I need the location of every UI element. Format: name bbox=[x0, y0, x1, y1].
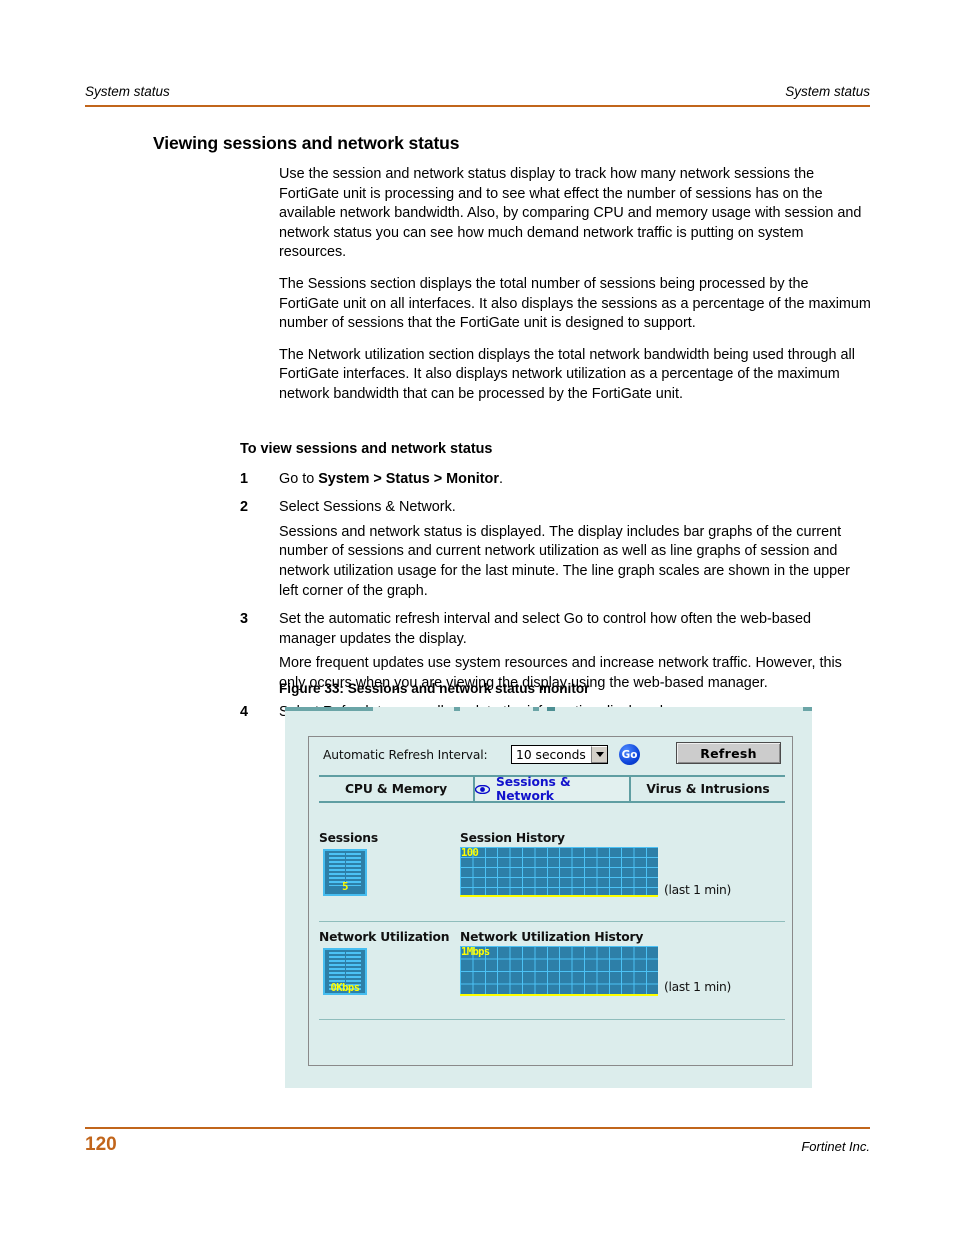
session-history-graph: 100 bbox=[460, 847, 658, 897]
graph-gridlines bbox=[460, 847, 658, 897]
section-divider bbox=[319, 921, 785, 922]
sessions-gauge-label: Sessions bbox=[319, 831, 378, 845]
tab-virus-intrusions[interactable]: Virus & Intrusions bbox=[629, 777, 785, 801]
session-history-caption: (last 1 min) bbox=[664, 883, 732, 897]
go-button[interactable]: Go bbox=[619, 744, 640, 765]
session-history-trace bbox=[460, 895, 658, 897]
eye-icon bbox=[475, 784, 490, 794]
sessions-bar-gauge: 5 bbox=[323, 849, 367, 896]
cropped-tab-stub bbox=[454, 707, 460, 711]
tab-sessions-network[interactable]: Sessions & Network bbox=[473, 775, 629, 803]
page-title: Viewing sessions and network status bbox=[153, 133, 460, 153]
footer-company: Fortinet Inc. bbox=[801, 1139, 870, 1154]
network-bar-gauge: 0Kbps bbox=[323, 948, 367, 995]
network-gauge-label: Network Utilization bbox=[319, 930, 450, 944]
figure-screenshot: Automatic Refresh Interval: 10 seconds G… bbox=[285, 707, 812, 1088]
figure-caption: Figure 33: Sessions and network status m… bbox=[279, 681, 590, 696]
tab-cpu-memory[interactable]: CPU & Memory bbox=[319, 777, 473, 801]
paragraph: Use the session and network status displ… bbox=[279, 166, 862, 261]
session-history-scale: 100 bbox=[461, 847, 479, 859]
paragraph: The Network utilization section displays… bbox=[279, 346, 855, 402]
network-gauge-value: 0Kbps bbox=[330, 982, 360, 994]
procedure-step: 2 Select Sessions & Network. Sessions an… bbox=[240, 498, 871, 601]
running-head-right: System status bbox=[785, 84, 870, 99]
refresh-interval-label: Automatic Refresh Interval: bbox=[323, 748, 488, 762]
step-text: Go to System > Status > Monitor. bbox=[279, 470, 503, 487]
cropped-tab-stub bbox=[803, 707, 812, 711]
running-head: System status System status bbox=[85, 84, 870, 99]
header-rule bbox=[85, 105, 870, 107]
sessions-gauge-value: 5 bbox=[342, 881, 348, 893]
procedure-step: 1 Go to System > Status > Monitor. bbox=[240, 470, 871, 490]
step-number: 1 bbox=[240, 470, 249, 487]
refresh-button[interactable]: Refresh bbox=[676, 742, 781, 764]
step-body: Select Sessions & Network. Sessions and … bbox=[279, 498, 871, 601]
network-history-caption: (last 1 min) bbox=[664, 980, 732, 994]
tab-label: Sessions & Network bbox=[496, 775, 571, 803]
step-number: 4 bbox=[240, 703, 249, 720]
tab-label: Virus & Intrusions bbox=[646, 782, 770, 796]
refresh-interval-select[interactable]: 10 seconds bbox=[511, 745, 608, 764]
refresh-toolbar: Automatic Refresh Interval: 10 seconds G… bbox=[309, 737, 792, 777]
cropped-tab-stub bbox=[547, 707, 555, 711]
procedure-heading: To view sessions and network status bbox=[240, 441, 493, 457]
network-history-scale: 1Mbps bbox=[461, 946, 490, 958]
tab-label: CPU & Memory bbox=[344, 782, 448, 796]
step-body: Go to System > Status > Monitor. bbox=[279, 470, 871, 490]
footer-rule bbox=[85, 1127, 870, 1129]
step-text: Set the automatic refresh interval and s… bbox=[279, 611, 811, 647]
running-head-left: System status bbox=[85, 84, 170, 99]
network-history-trace bbox=[460, 994, 658, 996]
monitor-panel: Automatic Refresh Interval: 10 seconds G… bbox=[308, 736, 793, 1066]
cropped-tab-stub bbox=[533, 707, 539, 711]
monitor-tabs: CPU & Memory Sessions & Network Virus & … bbox=[319, 775, 785, 803]
session-history-label: Session History bbox=[460, 831, 565, 845]
section-divider bbox=[319, 1019, 785, 1020]
step-text: Sessions and network status is displayed… bbox=[279, 523, 850, 599]
network-history-graph: 1Mbps bbox=[460, 946, 658, 996]
intro-body: Use the session and network status displ… bbox=[279, 165, 871, 417]
network-history-label: Network Utilization History bbox=[460, 930, 644, 944]
cropped-tab-stub bbox=[285, 707, 373, 711]
step-number: 3 bbox=[240, 611, 249, 628]
step-number: 2 bbox=[240, 499, 249, 516]
chevron-down-icon[interactable] bbox=[591, 746, 607, 763]
step-text: Select Sessions & Network. bbox=[279, 499, 456, 516]
paragraph: The Sessions section displays the total … bbox=[279, 275, 871, 332]
refresh-interval-value: 10 seconds bbox=[516, 747, 586, 762]
